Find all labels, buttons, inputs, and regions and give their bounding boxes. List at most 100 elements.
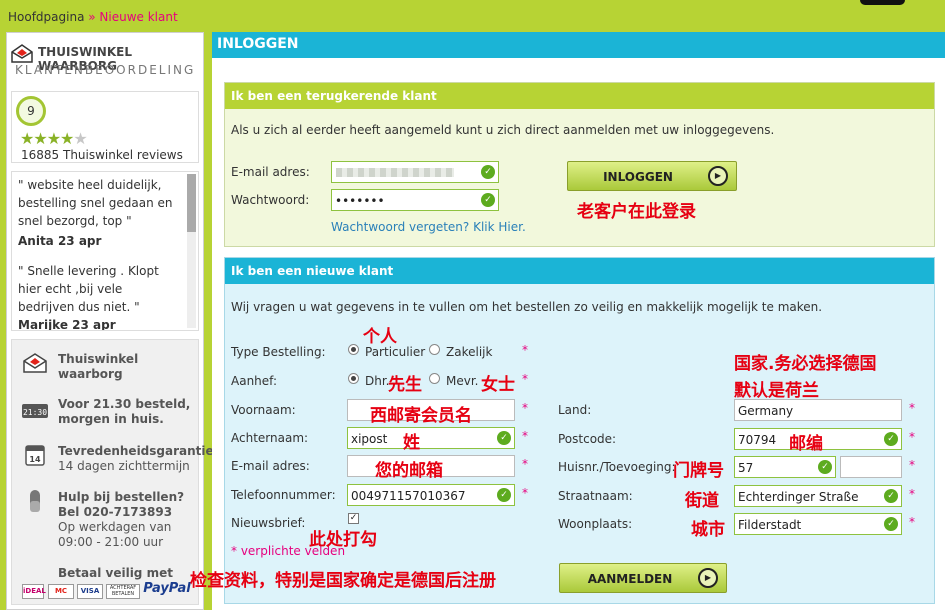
scrollbar-thumb[interactable] bbox=[187, 174, 196, 232]
radio-dhr[interactable] bbox=[348, 373, 359, 384]
reviews-list: " website heel duidelijk, bestelling sne… bbox=[11, 171, 199, 331]
returning-intro: Als u zich al eerder heeft aangemeld kun… bbox=[231, 123, 775, 137]
house-addition-input[interactable] bbox=[840, 456, 902, 478]
valid-check-icon: ✓ bbox=[884, 489, 898, 503]
annotation-personal: 个人 bbox=[363, 327, 397, 347]
login-email-label: E-mail adres: bbox=[231, 165, 310, 179]
visa-logo: VISA bbox=[77, 584, 103, 599]
half-star-icon: ★ bbox=[73, 129, 87, 148]
paypal-logo: PayPal bbox=[143, 581, 191, 596]
valid-check-icon: ✓ bbox=[481, 165, 495, 179]
valid-check-icon: ✓ bbox=[497, 431, 511, 445]
login-button[interactable]: INLOGGEN ▶ bbox=[567, 161, 737, 191]
mastercard-logo: MC bbox=[48, 584, 74, 599]
star-icon: ★ bbox=[20, 129, 34, 148]
lastname-input[interactable]: xipost ✓ bbox=[347, 427, 515, 449]
annotation-email: 您的邮箱 bbox=[375, 461, 443, 481]
star-icon: ★ bbox=[46, 129, 61, 148]
page-title: INLOGGEN bbox=[212, 32, 945, 58]
top-bar: Hoofdpagina » Nieuwe klant bbox=[0, 0, 945, 32]
required-mark: * bbox=[522, 429, 528, 443]
returning-customer-panel: Ik ben een terugkerende klant Als u zich… bbox=[224, 82, 935, 247]
phone-icon bbox=[30, 490, 40, 512]
order-type-label: Type Bestelling: bbox=[231, 345, 326, 359]
new-intro: Wij vragen u wat gegevens in te vullen o… bbox=[231, 300, 823, 314]
required-mark: * bbox=[522, 457, 528, 471]
play-arrow-icon: ▶ bbox=[698, 568, 718, 588]
house-number-input[interactable]: 57 ✓ bbox=[734, 456, 836, 478]
star-icon: ★ bbox=[60, 129, 74, 148]
city-label: Woonplaats: bbox=[558, 517, 633, 531]
email-label: E-mail adres: bbox=[231, 459, 310, 473]
required-mark: * bbox=[522, 343, 528, 357]
valid-check-icon: ✓ bbox=[884, 517, 898, 531]
annotation-street: 街道 bbox=[685, 491, 719, 511]
main-content: INLOGGEN Ik ben een terugkerende klant A… bbox=[212, 32, 945, 610]
house-number-label: Huisnr./Toevoeging: bbox=[558, 460, 676, 474]
radio-dhr-label: Dhr. bbox=[365, 374, 390, 388]
required-mark: * bbox=[909, 458, 915, 472]
radio-particulier-label: Particulier bbox=[365, 345, 426, 359]
radio-mevr-label: Mevr. bbox=[446, 374, 479, 388]
city-input[interactable]: Filderstadt ✓ bbox=[734, 513, 902, 535]
street-label: Straatnaam: bbox=[558, 489, 633, 503]
phone-input[interactable]: 004971157010367 ✓ bbox=[347, 484, 515, 506]
reviews-scrollbar[interactable] bbox=[187, 174, 196, 328]
login-email-input[interactable]: ✓ bbox=[331, 161, 499, 183]
annotation-postcode: 邮编 bbox=[789, 434, 823, 454]
required-mark: * bbox=[909, 401, 915, 415]
radio-zakelijk[interactable] bbox=[429, 344, 440, 355]
street-input[interactable]: Echterdinger Straße ✓ bbox=[734, 485, 902, 507]
usp-delivery: Voor 21.30 besteld, morgen in huis. bbox=[58, 397, 191, 426]
valid-check-icon: ✓ bbox=[884, 432, 898, 446]
breadcrumb-home-link[interactable]: Hoofdpagina bbox=[8, 10, 84, 24]
required-mark: * bbox=[522, 486, 528, 500]
annotation-mister: 先生 bbox=[388, 375, 422, 395]
review-text: " Snelle levering . Klopt hier echt ,bij… bbox=[18, 264, 159, 314]
review-text: " website heel duidelijk, bestelling sne… bbox=[18, 178, 173, 228]
blurred-email bbox=[336, 168, 454, 177]
thuiswinkel-envelope-icon bbox=[11, 44, 33, 63]
sidebar: THUISWINKEL WAARBORG KLANTENBEOORDELING … bbox=[6, 32, 214, 610]
play-arrow-icon: ▶ bbox=[708, 166, 728, 186]
site-logo-fragment[interactable] bbox=[860, 0, 905, 5]
annotation-city: 城市 bbox=[691, 520, 725, 540]
achteraf-betalen-logo: ACHTERAF BETALEN bbox=[106, 584, 140, 599]
login-password-input[interactable]: ••••••• ✓ bbox=[331, 189, 499, 211]
review-author: Anita 23 apr bbox=[18, 234, 102, 248]
star-icon: ★ bbox=[33, 129, 47, 148]
breadcrumb-separator: » bbox=[84, 10, 100, 24]
calendar-14-icon: 14 bbox=[25, 445, 45, 466]
valid-check-icon: ✓ bbox=[497, 488, 511, 502]
newsletter-checkbox[interactable]: ✓ bbox=[348, 513, 359, 524]
thuiswinkel-icon bbox=[23, 353, 47, 373]
thuiswinkel-subtitle: KLANTENBEOORDELING bbox=[15, 63, 196, 77]
new-customer-panel: Ik ben een nieuwe klant Wij vragen u wat… bbox=[224, 257, 935, 604]
annotation-country-line1: 国家.务必选择德国 bbox=[734, 354, 877, 374]
review-author: Marijke 23 apr bbox=[18, 318, 116, 331]
rating-box[interactable]: 9 ★★★★★ 16885 Thuiswinkel reviews bbox=[11, 91, 199, 163]
radio-zakelijk-label: Zakelijk bbox=[446, 345, 493, 359]
thuiswinkel-header[interactable]: THUISWINKEL WAARBORG KLANTENBEOORDELING bbox=[7, 33, 203, 83]
phone-label: Telefoonnummer: bbox=[231, 488, 336, 502]
firstname-label: Voornaam: bbox=[231, 403, 296, 417]
salutation-label: Aanhef: bbox=[231, 374, 277, 388]
forgot-password-link[interactable]: Wachtwoord vergeten? Klik Hier. bbox=[331, 220, 526, 234]
usp-help: Hulp bij bestellen? Bel 020-7173893 Op wer… bbox=[58, 490, 185, 549]
rating-score-badge: 9 bbox=[16, 96, 46, 126]
annotation-house: 门牌号 bbox=[673, 461, 724, 481]
country-select[interactable]: Germany bbox=[734, 399, 902, 421]
returning-customer-title: Ik ben een terugkerende klant bbox=[225, 83, 934, 109]
new-customer-title: Ik ben een nieuwe klant bbox=[225, 258, 934, 284]
login-password-label: Wachtwoord: bbox=[231, 193, 310, 207]
annotation-login: 老客户在此登录 bbox=[577, 202, 696, 222]
annotation-newsletter: 此处打勾 bbox=[309, 530, 377, 550]
postcode-label: Postcode: bbox=[558, 432, 617, 446]
clock-2130-text: 21:30 bbox=[23, 408, 47, 417]
country-label: Land: bbox=[558, 403, 592, 417]
register-button[interactable]: AANMELDEN ▶ bbox=[559, 563, 727, 593]
radio-mevr[interactable] bbox=[429, 373, 440, 384]
usp-box: Thuiswinkel waarborg 21:30 Voor 21.30 bes… bbox=[11, 339, 214, 605]
radio-particulier[interactable] bbox=[348, 344, 359, 355]
usp-guarantee: Tevredenheidsgarantie 14 dagen zichttermi… bbox=[58, 444, 214, 473]
